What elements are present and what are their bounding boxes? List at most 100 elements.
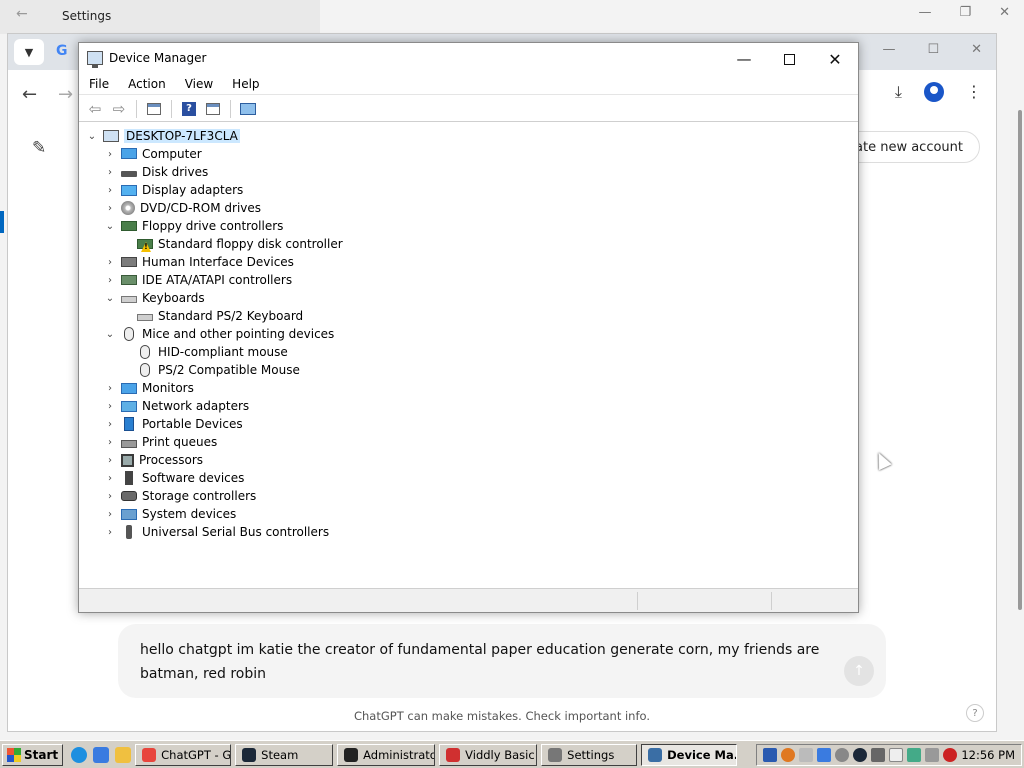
menu-action[interactable]: Action	[118, 75, 175, 94]
tree-category-item[interactable]: › Network adapters	[103, 397, 249, 415]
help-button[interactable]: ?	[966, 704, 984, 722]
download-icon[interactable]: ⤓	[895, 82, 902, 102]
dm-titlebar[interactable]: Device Manager — ✕	[79, 43, 858, 75]
chevron-right-icon[interactable]: ›	[103, 419, 117, 430]
maximize-icon[interactable]: ☐	[927, 42, 939, 57]
minimize-icon[interactable]: —	[882, 42, 895, 57]
tree-root[interactable]: ⌄ DESKTOP-7LF3CLA	[85, 127, 240, 145]
chat-input-text[interactable]: hello chatgpt im katie the creator of fu…	[140, 638, 830, 686]
forward-button[interactable]: ⇨	[109, 99, 129, 119]
chevron-right-icon[interactable]: ›	[103, 527, 117, 538]
chevron-right-icon[interactable]: ›	[103, 149, 117, 160]
tree-category-item[interactable]: › Universal Serial Bus controllers	[103, 523, 329, 541]
profile-avatar-icon[interactable]	[924, 82, 944, 102]
more-menu-icon[interactable]: ⋮	[966, 82, 982, 102]
taskbar-button[interactable]: Device Ma...	[641, 743, 738, 766]
dm-minimize-button[interactable]: —	[724, 47, 764, 71]
forward-arrow-icon[interactable]: →	[58, 84, 73, 105]
menu-view[interactable]: View	[175, 75, 222, 94]
restore-icon[interactable]: ❐	[959, 5, 971, 20]
back-button[interactable]: ⇦	[85, 99, 105, 119]
device-tree[interactable]: ⌄ DESKTOP-7LF3CLA › Computer › Disk drives ›…	[81, 125, 857, 587]
chevron-right-icon[interactable]: ›	[103, 473, 117, 484]
taskbar-button[interactable]: Steam	[235, 743, 334, 766]
edge-icon[interactable]	[71, 746, 88, 763]
chat-input[interactable]: hello chatgpt im katie the creator of fu…	[118, 624, 886, 698]
chevron-right-icon[interactable]: ›	[103, 455, 117, 466]
taskbar-button[interactable]: Settings	[541, 743, 638, 766]
folder-icon[interactable]	[115, 746, 132, 763]
usb-icon[interactable]	[871, 747, 886, 762]
tree-category-item[interactable]: › Portable Devices	[103, 415, 243, 433]
shield-icon[interactable]	[817, 747, 832, 762]
network-icon[interactable]	[907, 747, 922, 762]
chevron-down-icon[interactable]: ⌄	[103, 221, 117, 232]
settings-scrollbar[interactable]	[1018, 110, 1022, 610]
tree-category-item[interactable]: › Monitors	[103, 379, 194, 397]
new-chat-icon[interactable]: ✎	[32, 138, 46, 158]
show-hide-tree-button[interactable]	[144, 99, 164, 119]
tree-device-item[interactable]: Standard floppy disk controller	[137, 235, 343, 253]
close-icon[interactable]: ✕	[999, 5, 1010, 20]
security-icon[interactable]	[763, 747, 778, 762]
settings-back-icon[interactable]: ←	[16, 6, 28, 22]
scan-hardware-button[interactable]	[238, 99, 258, 119]
chevron-down-icon[interactable]: ⌄	[103, 329, 117, 340]
tree-item-label: Human Interface Devices	[142, 255, 294, 269]
clock[interactable]: 12:56 PM	[961, 748, 1015, 762]
steam-icon[interactable]	[853, 747, 868, 762]
tree-category-item[interactable]: › DVD/CD-ROM drives	[103, 199, 261, 217]
chevron-right-icon[interactable]: ›	[103, 491, 117, 502]
tree-device-item[interactable]: Standard PS/2 Keyboard	[137, 307, 303, 325]
chat-icon[interactable]	[835, 747, 850, 762]
tree-category-item[interactable]: › Display adapters	[103, 181, 243, 199]
chevron-right-icon[interactable]: ›	[103, 509, 117, 520]
taskbar-button[interactable]: Administrator:...	[337, 743, 436, 766]
tree-device-item[interactable]: PS/2 Compatible Mouse	[137, 361, 300, 379]
tree-device-item[interactable]: HID-compliant mouse	[137, 343, 288, 361]
tree-category-item[interactable]: › Computer	[103, 145, 202, 163]
shield-icon[interactable]	[93, 746, 110, 763]
dm-close-button[interactable]: ✕	[815, 47, 855, 71]
tab-search-button[interactable]: ▼	[14, 39, 44, 65]
alert-icon[interactable]	[943, 747, 958, 762]
steam-icon	[242, 747, 257, 762]
close-icon[interactable]: ✕	[971, 42, 982, 57]
tree-category-item[interactable]: ⌄ Mice and other pointing devices	[103, 325, 334, 343]
chevron-right-icon[interactable]: ›	[103, 185, 117, 196]
battery-icon[interactable]	[889, 747, 904, 762]
tree-category-item[interactable]: › Processors	[103, 451, 203, 469]
chevron-down-icon[interactable]: ⌄	[103, 293, 117, 304]
chevron-right-icon[interactable]: ›	[103, 203, 117, 214]
taskbar-button[interactable]: ChatGPT - G...	[135, 743, 232, 766]
tree-category-item[interactable]: › Disk drives	[103, 163, 208, 181]
tree-category-item[interactable]: › System devices	[103, 505, 236, 523]
help-button[interactable]: ?	[179, 99, 199, 119]
chevron-down-icon[interactable]: ⌄	[85, 131, 99, 142]
chevron-right-icon[interactable]: ›	[103, 383, 117, 394]
chevron-right-icon[interactable]: ›	[103, 167, 117, 178]
tree-category-item[interactable]: › Software devices	[103, 469, 244, 487]
chevron-right-icon[interactable]: ›	[103, 437, 117, 448]
search-icon[interactable]	[781, 747, 796, 762]
start-button[interactable]: Start	[2, 743, 64, 766]
tree-category-item[interactable]: › Print queues	[103, 433, 217, 451]
tree-category-item[interactable]: › Storage controllers	[103, 487, 256, 505]
menu-file[interactable]: File	[79, 75, 118, 94]
send-button[interactable]: ↑	[844, 656, 874, 686]
dm-maximize-button[interactable]	[769, 47, 809, 71]
chevron-right-icon[interactable]: ›	[103, 401, 117, 412]
tree-category-item[interactable]: › Human Interface Devices	[103, 253, 294, 271]
tree-category-item[interactable]: › IDE ATA/ATAPI controllers	[103, 271, 292, 289]
volume-icon[interactable]	[925, 747, 940, 762]
tree-category-item[interactable]: ⌄ Floppy drive controllers	[103, 217, 284, 235]
tree-category-item[interactable]: ⌄ Keyboards	[103, 289, 205, 307]
back-arrow-icon[interactable]: ←	[22, 84, 37, 105]
menu-help[interactable]: Help	[222, 75, 268, 94]
chevron-right-icon[interactable]: ›	[103, 275, 117, 286]
chevron-right-icon[interactable]: ›	[103, 257, 117, 268]
taskbar-button[interactable]: Viddly Basic	[439, 743, 538, 766]
minimize-icon[interactable]: —	[918, 5, 931, 20]
tool-icon[interactable]	[799, 747, 814, 762]
properties-button[interactable]	[203, 99, 223, 119]
